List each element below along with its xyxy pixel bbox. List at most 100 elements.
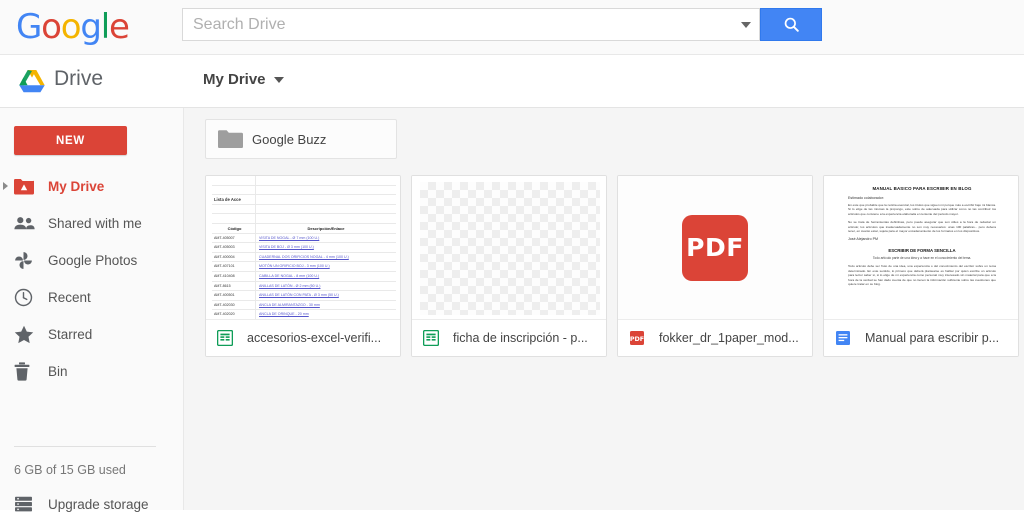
file-thumbnail-document: MANUAL BASICO PARA ESCRIBIR EN BLOG Esti…	[824, 176, 1018, 320]
sidebar-item-label: Recent	[48, 290, 91, 305]
file-thumbnail-spreadsheet: Lista de Acce CódigoDescripción/Enlace A…	[206, 176, 400, 320]
sidebar-item-shared-with-me[interactable]: Shared with me	[0, 205, 184, 242]
logo-letter: o	[61, 8, 81, 46]
file-card[interactable]: PDF PDF fokker_dr_1paper_mod...	[617, 175, 813, 357]
upgrade-storage-link[interactable]: Upgrade storage	[14, 496, 149, 512]
transparency-checkerboard	[420, 182, 600, 315]
star-icon	[14, 325, 48, 344]
doc-greeting: Estimado colaborador:	[848, 196, 996, 200]
sheet-cell-code: AMT-407101	[212, 262, 256, 271]
file-label-row: ficha de inscripción - p...	[412, 320, 606, 356]
sidebar-item-my-drive[interactable]: My Drive	[0, 168, 184, 205]
sheet-cell-desc: VISITA DE BOJ - Ø 3 mm (100 U.)	[259, 245, 314, 249]
sheet-cell-code: AMT-8615	[212, 282, 256, 291]
sidebar-item-recent[interactable]: Recent	[0, 279, 184, 316]
sidebar-item-label: Google Photos	[48, 253, 137, 268]
file-thumbnail-transparent	[412, 176, 606, 320]
doc-subtitle-note: Todo artículo parte de una idea y a hace…	[848, 256, 996, 260]
sidebar-item-starred[interactable]: Starred	[0, 316, 184, 353]
folder-icon	[218, 129, 243, 149]
doc-paragraph: No se trata de herramientas definitivas,…	[848, 220, 996, 233]
file-card[interactable]: Lista de Acce CódigoDescripción/Enlace A…	[205, 175, 401, 357]
sheets-icon	[217, 330, 233, 346]
google-logo: Google	[16, 8, 129, 46]
sidebar-item-label: Bin	[48, 364, 68, 379]
folder-name: Google Buzz	[252, 132, 326, 147]
new-button[interactable]: NEW	[14, 126, 127, 155]
file-name: accesorios-excel-verifi...	[247, 331, 381, 345]
sheet-cell-code: AMT-410408	[212, 272, 256, 281]
sheet-cell-desc: CUADERNAL DOS ORIFICIOS NOGAL - 4 mm (10…	[259, 255, 349, 259]
sidebar: NEW My Drive	[0, 108, 184, 510]
top-search-bar: Google	[0, 0, 1024, 55]
doc-paragraph: En este que probable que la noticia esen…	[848, 203, 996, 216]
sheet-cell-code: AMT-405003	[212, 243, 256, 252]
file-card[interactable]: ficha de inscripción - p...	[411, 175, 607, 357]
sheet-cell-code: AMT-402020	[212, 310, 256, 319]
logo-letter: e	[109, 8, 129, 46]
file-card[interactable]: MANUAL BASICO PARA ESCRIBIR EN BLOG Esti…	[823, 175, 1019, 357]
sidebar-item-label: My Drive	[48, 179, 104, 194]
sheet-cell-desc: ANILLAS DE LATÓN CON PATA - Ø 3 mm (50 U…	[259, 293, 339, 297]
search-options-dropdown[interactable]	[733, 9, 759, 40]
spreadsheet-preview: Lista de Acce CódigoDescripción/Enlace A…	[212, 176, 396, 320]
logo-letter: o	[41, 8, 61, 46]
doc-paragraph: Todo artículo debe ser fruto de una idea…	[848, 264, 996, 286]
trash-icon	[14, 362, 48, 381]
document-preview: MANUAL BASICO PARA ESCRIBIR EN BLOG Esti…	[834, 176, 1010, 320]
search-input[interactable]	[183, 10, 733, 39]
search-button[interactable]	[760, 8, 822, 41]
file-name: ficha de inscripción - p...	[453, 331, 588, 345]
upgrade-storage-label: Upgrade storage	[48, 497, 149, 512]
doc-subtitle: ESCRIBIR DE FORMA SENCILLA	[848, 248, 996, 253]
search-icon	[782, 15, 801, 34]
sheet-cell-desc: ANCLA DE ORINQUE - 20 mm	[259, 312, 309, 316]
storage-usage-text: 6 GB of 15 GB used	[14, 463, 126, 477]
logo-letter: l	[101, 8, 109, 46]
sheet-title-cell: Lista de Acce	[212, 195, 256, 204]
drive-title: Drive	[54, 67, 103, 91]
sidebar-item-bin[interactable]: Bin	[0, 353, 184, 390]
chevron-down-icon	[741, 22, 751, 28]
drive-header: Drive My Drive	[0, 55, 1024, 108]
people-icon	[14, 216, 48, 231]
sidebar-item-google-photos[interactable]: Google Photos	[0, 242, 184, 279]
sheet-header-col1: Código	[212, 224, 256, 233]
clock-icon	[14, 288, 48, 307]
docs-icon	[835, 330, 851, 346]
doc-title: MANUAL BASICO PARA ESCRIBIR EN BLOG	[848, 186, 996, 191]
pdf-icon: PDF	[629, 330, 645, 346]
sheet-cell-desc: ANCLA DE ALMIRANTAZGO - 30 mm	[259, 303, 320, 307]
main-area: NEW My Drive	[0, 108, 1024, 510]
file-browser-content: Google Buzz Lista de Acce CódigoDescripc…	[184, 108, 1024, 510]
svg-text:PDF: PDF	[630, 335, 644, 343]
sheet-cell-code: AMT-400501	[212, 291, 256, 300]
sidebar-item-label: Shared with me	[48, 216, 142, 231]
sheet-cell-desc: CABILLA DE NOGAL - 8 mm (100 U.)	[259, 274, 319, 278]
sidebar-item-label: Starred	[48, 327, 92, 342]
expand-arrow-icon[interactable]	[3, 182, 8, 190]
sidebar-divider	[14, 446, 156, 447]
logo-letter: G	[16, 8, 41, 46]
pdf-preview: PDF	[618, 176, 812, 319]
file-name: fokker_dr_1paper_mod...	[659, 331, 799, 345]
search-field-wrapper[interactable]	[182, 8, 760, 41]
sheet-cell-desc: VISITA DE NOGAL - Ø 7 mm (100 U.)	[259, 236, 319, 240]
sheets-icon	[423, 330, 439, 346]
file-label-row: PDF fokker_dr_1paper_mod...	[618, 320, 812, 356]
sidebar-nav-list: My Drive Shared with me	[0, 168, 184, 390]
logo-letter: g	[80, 8, 100, 46]
storage-drive-icon	[14, 496, 48, 512]
sheet-header-col2: Descripción/Enlace	[256, 224, 396, 233]
sheet-cell-code: AMT-402030	[212, 301, 256, 310]
my-drive-folder-icon	[14, 178, 48, 195]
photos-pinwheel-icon	[14, 251, 48, 270]
chevron-down-icon	[274, 77, 284, 83]
file-name: Manual para escribir p...	[865, 331, 999, 345]
file-grid: Lista de Acce CódigoDescripción/Enlace A…	[205, 175, 1019, 357]
breadcrumb-label: My Drive	[203, 71, 266, 88]
pdf-logo: PDF	[682, 215, 748, 281]
breadcrumb-my-drive[interactable]: My Drive	[203, 71, 284, 88]
sheet-cell-code: AMT-405007	[212, 234, 256, 243]
folder-card-google-buzz[interactable]: Google Buzz	[205, 119, 397, 159]
